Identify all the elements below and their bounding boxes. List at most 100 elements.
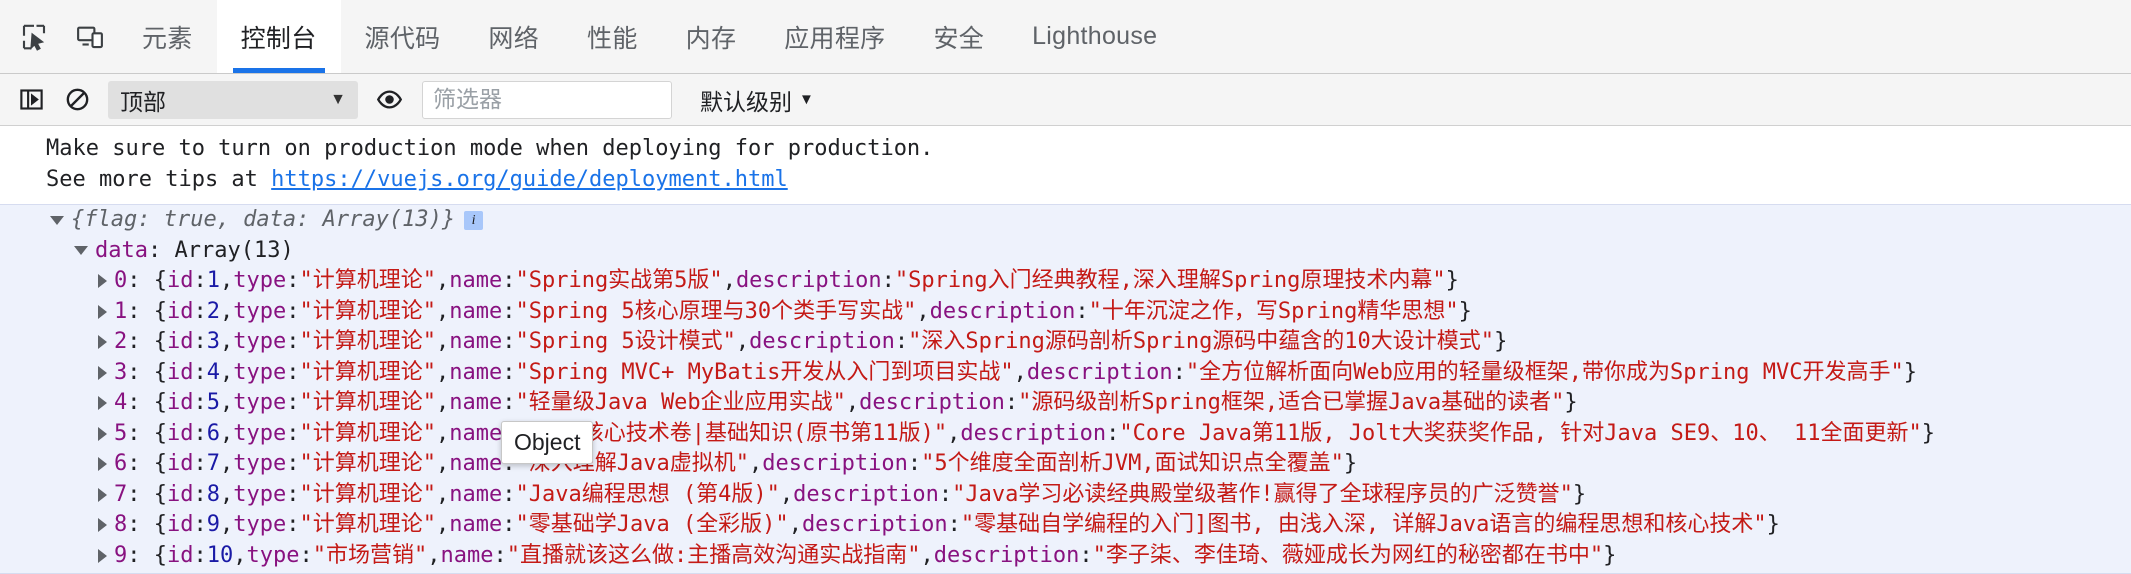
disclosure-triangle-right-icon[interactable] xyxy=(98,274,107,289)
array-entry-row[interactable]: 0: {id: 1, type: "计算机理论", name: "Spring实… xyxy=(0,266,2131,297)
warning-text: See more tips at xyxy=(46,166,272,192)
disclosure-triangle-right-icon[interactable] xyxy=(98,396,107,411)
entry-name: "直播就该这么做:主播高效沟通实战指南" xyxy=(506,542,921,568)
entry-id: 2 xyxy=(206,298,220,324)
entry-description: "深入Spring源码剖析Spring源码中蕴含的10大设计模式" xyxy=(908,329,1495,354)
object-tooltip: Object xyxy=(501,421,594,464)
entry-description: "Core Java第11版, Jolt大奖获奖作品, 针对Java SE9、1… xyxy=(1119,420,1922,446)
entry-description: "零基础自学编程的入门]图书, 由浅入深, 详解Java语言的编程思想和核心技术… xyxy=(960,512,1767,537)
disclosure-triangle-right-icon[interactable] xyxy=(98,335,107,350)
clear-console-icon[interactable] xyxy=(54,77,100,123)
tab-network[interactable]: 网络 xyxy=(464,0,563,73)
warning-text: Make sure to turn on production mode whe… xyxy=(46,136,934,161)
array-entry-row[interactable]: 6: {id: 7, type: "计算机理论", name: "深入理解Jav… xyxy=(0,449,2131,480)
entry-id: 8 xyxy=(206,481,220,507)
chevron-down-icon: ▼ xyxy=(330,90,346,108)
array-entry-row[interactable]: 9: {id: 10, type: "市场营销", name: "直播就该这么做… xyxy=(0,541,2131,572)
entry-id: 7 xyxy=(206,451,220,476)
entry-type: "计算机理论" xyxy=(299,390,436,415)
data-key: data xyxy=(95,237,148,263)
tab-application[interactable]: 应用程序 xyxy=(760,0,909,73)
entry-description: "5个维度全面剖析JVM,面试知识点全覆盖" xyxy=(921,451,1344,476)
info-badge-icon[interactable]: i xyxy=(464,210,484,230)
console-sidebar-icon[interactable] xyxy=(8,77,54,123)
entry-description: "Spring入门经典教程,深入理解Spring原理技术内幕" xyxy=(894,268,1446,293)
entry-type: "计算机理论" xyxy=(299,512,436,537)
disclosure-triangle-right-icon[interactable] xyxy=(98,304,107,319)
console-message-warning-line1: Make sure to turn on production mode whe… xyxy=(0,134,2131,165)
entry-id: 9 xyxy=(206,512,220,537)
live-expression-eye-icon[interactable] xyxy=(366,77,412,123)
entry-name: "Spring实战第5版" xyxy=(515,268,723,293)
devtools-tabbar: 元素 控制台 源代码 网络 性能 内存 应用程序 安全 Lighthouse xyxy=(0,0,2131,74)
tab-elements[interactable]: 元素 xyxy=(118,0,217,73)
chevron-down-icon: ▼ xyxy=(799,91,814,108)
console-object-group: {flag: true, data: Array(13)} i data: Ar… xyxy=(0,204,2131,574)
entry-index: 3 xyxy=(114,359,128,385)
entry-type: "计算机理论" xyxy=(299,451,436,476)
entry-name: "Spring 5核心原理与30个类手写实战" xyxy=(515,298,917,324)
tab-memory[interactable]: 内存 xyxy=(662,0,761,73)
entry-type: "计算机理论" xyxy=(299,359,436,385)
log-level-label: 默认级别 xyxy=(700,88,792,115)
device-toolbar-icon[interactable] xyxy=(62,0,118,73)
entry-type: "市场营销" xyxy=(312,542,428,568)
console-output: Make sure to turn on production mode whe… xyxy=(0,126,2131,574)
entry-index: 6 xyxy=(114,451,128,476)
disclosure-triangle-down-icon[interactable] xyxy=(50,215,64,225)
entry-description: "Java学习必读经典殿堂级著作!赢得了全球程序员的广泛赞誉" xyxy=(952,481,1573,507)
array-entry-row[interactable]: 3: {id: 4, type: "计算机理论", name: "Spring … xyxy=(0,358,2131,389)
entry-description: "全方位解析面向Web应用的轻量级框架,带你成为Spring MVC开发高手" xyxy=(1185,359,1904,385)
entry-id: 4 xyxy=(206,359,220,385)
entry-index: 8 xyxy=(114,512,128,537)
entry-type: "计算机理论" xyxy=(299,420,436,446)
array-entry-row[interactable]: 8: {id: 9, type: "计算机理论", name: "零基础学Jav… xyxy=(0,510,2131,541)
object-preview-text: {flag: true, data: Array(13)} xyxy=(71,207,456,232)
deployment-guide-link[interactable]: https://vuejs.org/guide/deployment.html xyxy=(271,167,788,192)
disclosure-triangle-right-icon[interactable] xyxy=(98,457,107,472)
entry-id: 3 xyxy=(206,329,220,354)
entry-id: 5 xyxy=(206,390,220,415)
filter-input[interactable] xyxy=(422,80,672,119)
tab-performance[interactable]: 性能 xyxy=(563,0,662,73)
entry-index: 9 xyxy=(114,542,128,568)
data-value: Array(13) xyxy=(174,237,294,263)
tab-label: 源代码 xyxy=(364,24,441,53)
tab-security[interactable]: 安全 xyxy=(909,0,1008,73)
entry-description: "源码级剖析Spring框架,适合已掌握Java基础的读者" xyxy=(1018,390,1565,415)
disclosure-triangle-right-icon[interactable] xyxy=(98,518,107,533)
entry-description: "十年沉淀之作，写Spring精华思想" xyxy=(1088,298,1459,324)
entry-name: "轻量级Java Web企业应用实战" xyxy=(515,390,846,415)
tab-label: 性能 xyxy=(587,24,638,53)
disclosure-triangle-right-icon[interactable] xyxy=(98,487,107,502)
tab-lighthouse[interactable]: Lighthouse xyxy=(1008,0,1181,73)
execution-context-select[interactable]: 顶部 ▼ xyxy=(108,80,358,119)
disclosure-triangle-right-icon[interactable] xyxy=(98,426,107,441)
tab-console[interactable]: 控制台 xyxy=(216,0,341,73)
inspect-element-icon[interactable] xyxy=(6,0,62,73)
entry-name: "零基础学Java (全彩版)" xyxy=(515,512,789,537)
tab-label: 网络 xyxy=(488,24,540,53)
object-preview-row[interactable]: {flag: true, data: Array(13)} i xyxy=(0,205,2131,236)
disclosure-triangle-right-icon[interactable] xyxy=(98,365,107,380)
disclosure-triangle-right-icon[interactable] xyxy=(98,548,107,563)
entry-name: "Spring 5设计模式" xyxy=(515,329,736,354)
array-entry-row[interactable]: 7: {id: 8, type: "计算机理论", name: "Java编程思… xyxy=(0,480,2131,511)
entry-type: "计算机理论" xyxy=(299,481,436,507)
entry-index: 2 xyxy=(114,329,128,354)
array-entry-row[interactable]: 5: {id: 6, type: "计算机理论", name: "Java核心技… xyxy=(0,419,2131,450)
array-entry-row[interactable]: 2: {id: 3, type: "计算机理论", name: "Spring … xyxy=(0,327,2131,358)
data-array-row[interactable]: data: Array(13) xyxy=(0,236,2131,267)
array-entry-row[interactable]: 1: {id: 2, type: "计算机理论", name: "Spring … xyxy=(0,297,2131,328)
entry-type: "计算机理论" xyxy=(299,298,436,324)
entry-name: "Spring MVC+ MyBatis开发从入门到项目实战" xyxy=(515,359,1014,385)
tab-sources[interactable]: 源代码 xyxy=(341,0,465,73)
log-level-select[interactable]: 默认级别 ▼ xyxy=(700,83,814,117)
entry-id: 10 xyxy=(206,542,234,568)
array-entry-row[interactable]: 4: {id: 5, type: "计算机理论", name: "轻量级Java… xyxy=(0,388,2131,419)
entry-index: 4 xyxy=(114,390,128,415)
entry-type: "计算机理论" xyxy=(299,329,436,354)
tab-label: 应用程序 xyxy=(784,24,886,53)
disclosure-triangle-down-icon[interactable] xyxy=(74,246,88,256)
console-message-warning-line2: See more tips at https://vuejs.org/guide… xyxy=(0,165,2131,196)
